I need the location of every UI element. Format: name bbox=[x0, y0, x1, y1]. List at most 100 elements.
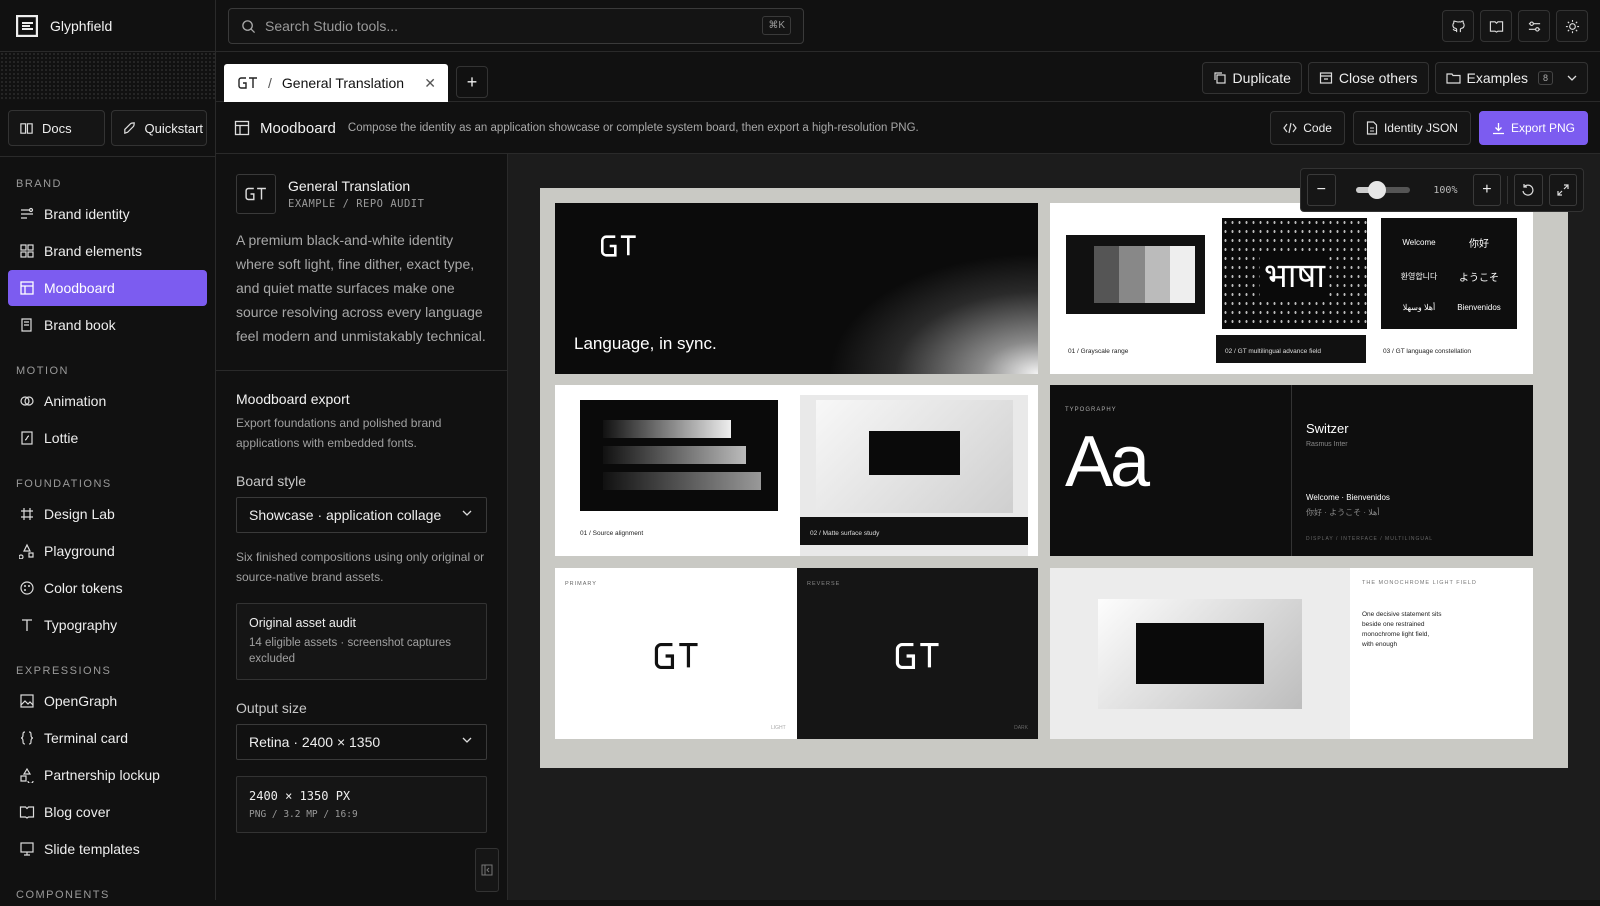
gt-logo-icon bbox=[238, 76, 258, 90]
typography-kicker: TYPOGRAPHY bbox=[1065, 407, 1117, 413]
sidebar-item-label: OpenGraph bbox=[44, 693, 118, 709]
board-style-select[interactable]: Showcase · application collage bbox=[236, 497, 487, 533]
reset-icon bbox=[1521, 183, 1535, 197]
tile-caption: 02 / GT multilingual advance field bbox=[1225, 348, 1321, 355]
search-input[interactable]: Search Studio tools... ⌘K bbox=[228, 8, 804, 44]
output-size-summary: 2400 × 1350 PX PNG / 3.2 MP / 16:9 bbox=[236, 776, 487, 833]
sample-line: Welcome · Bienvenidos bbox=[1306, 493, 1390, 502]
sidebar-item-partnership-lockup[interactable]: Partnership lockup bbox=[8, 757, 207, 793]
search-icon bbox=[241, 19, 256, 34]
file-icon bbox=[1366, 121, 1378, 135]
quickstart-button[interactable]: Quickstart bbox=[110, 110, 207, 146]
window-icon bbox=[1319, 71, 1333, 85]
layout-icon bbox=[234, 120, 250, 136]
color-tokens-icon bbox=[19, 580, 35, 596]
add-tab-button[interactable]: + bbox=[456, 66, 488, 98]
github-icon[interactable] bbox=[1442, 10, 1474, 42]
sidebar-item-slide-templates[interactable]: Slide templates bbox=[8, 831, 207, 867]
search-shortcut: ⌘K bbox=[762, 16, 791, 35]
code-label: Code bbox=[1303, 121, 1332, 135]
sidebar-item-brand-book[interactable]: Brand book bbox=[8, 307, 207, 343]
output-size-select[interactable]: Retina · 2400 × 1350 bbox=[236, 724, 487, 760]
decorative-dither bbox=[0, 52, 215, 100]
sidebar-item-moodboard[interactable]: Moodboard bbox=[8, 270, 207, 306]
chevron-down-icon bbox=[462, 737, 472, 743]
moodboard-icon bbox=[19, 280, 35, 296]
sidebar-item-terminal-card[interactable]: Terminal card bbox=[8, 720, 207, 756]
greeting: Bienvenidos bbox=[1457, 302, 1501, 312]
grayscale-swatch bbox=[1066, 235, 1205, 314]
app-brand[interactable]: Glyphfield bbox=[0, 0, 215, 52]
light-field-tile: THE MONOCHROME LIGHT FIELD One decisive … bbox=[1050, 568, 1533, 739]
sidebar-item-label: Partnership lockup bbox=[44, 767, 160, 783]
light-field-art bbox=[1050, 568, 1350, 739]
chevron-down-icon bbox=[462, 510, 472, 516]
asset-audit-card: Original asset audit 14 eligible assets … bbox=[236, 603, 487, 680]
hero-tile: Language, in sync. bbox=[555, 203, 1038, 374]
light-field-kicker: THE MONOCHROME LIGHT FIELD bbox=[1362, 580, 1477, 586]
sidebar-section-components: COMPONENTS bbox=[16, 889, 110, 901]
alignment-tile: 01 / Source alignment 02 / Matte surface… bbox=[555, 385, 1038, 556]
sidebar-item-label: Brand elements bbox=[44, 243, 143, 259]
zoom-out-button[interactable]: − bbox=[1307, 174, 1336, 206]
export-png-button[interactable]: Export PNG bbox=[1478, 111, 1588, 145]
collapse-panel-button[interactable] bbox=[475, 848, 499, 892]
sidebar-item-playground[interactable]: Playground bbox=[8, 533, 207, 569]
expand-icon bbox=[1556, 183, 1570, 197]
asset-strip-tile: 01 / Grayscale range भाषा 02 / GT multil… bbox=[1050, 203, 1533, 374]
sidebar-item-animation[interactable]: Animation bbox=[8, 383, 207, 419]
moodboard-preview: Language, in sync. 01 / Grayscale range … bbox=[540, 188, 1568, 768]
sidebar-item-label: Blog cover bbox=[44, 804, 111, 820]
sidebar-item-blog-cover[interactable]: Blog cover bbox=[8, 794, 207, 830]
sidebar-item-typography[interactable]: Typography bbox=[8, 607, 207, 643]
tile-caption: 01 / Source alignment bbox=[580, 530, 644, 537]
board-style-note: Six finished compositions using only ori… bbox=[236, 550, 485, 584]
zoom-slider[interactable] bbox=[1355, 181, 1411, 199]
rocket-icon bbox=[122, 121, 137, 136]
sidebar-item-label: Design Lab bbox=[44, 506, 115, 522]
greeting: أهلا وسهلا bbox=[1402, 302, 1436, 312]
export-section-title: Moodboard export bbox=[236, 391, 350, 407]
greeting: Welcome bbox=[1402, 238, 1436, 248]
sun-icon[interactable] bbox=[1556, 10, 1588, 42]
tile-caption: 03 / GT language constellation bbox=[1383, 348, 1472, 355]
board-style-label: Board style bbox=[236, 473, 307, 489]
tab-general-translation[interactable]: / General Translation ✕ bbox=[224, 64, 448, 102]
export-section-desc: Export foundations and polished brand ap… bbox=[236, 416, 442, 450]
font-name: Switzer bbox=[1306, 421, 1349, 436]
sidebar-nav: BRAND Brand identity Brand elements Moodboa… bbox=[0, 157, 215, 906]
close-tab-icon[interactable]: ✕ bbox=[424, 75, 436, 92]
reset-zoom-button[interactable] bbox=[1514, 174, 1543, 206]
preview-canvas[interactable]: Language, in sync. 01 / Grayscale range … bbox=[508, 154, 1600, 900]
fullscreen-button[interactable] bbox=[1548, 174, 1578, 206]
sidebar-item-lottie[interactable]: Lottie bbox=[8, 420, 207, 456]
board-style-value: Showcase · application collage bbox=[249, 507, 442, 523]
duplicate-button[interactable]: Duplicate bbox=[1201, 62, 1302, 94]
zoom-slider-handle[interactable] bbox=[1368, 181, 1387, 199]
identity-json-label: Identity JSON bbox=[1383, 121, 1458, 135]
close-others-button[interactable]: Close others bbox=[1307, 62, 1429, 94]
sidebar-item-color-tokens[interactable]: Color tokens bbox=[8, 570, 207, 606]
sidebar-section-expressions: EXPRESSIONS bbox=[16, 665, 112, 677]
sliders-icon[interactable] bbox=[1518, 10, 1550, 42]
duplicate-label: Duplicate bbox=[1232, 70, 1291, 86]
sidebar-item-opengraph[interactable]: OpenGraph bbox=[8, 683, 207, 719]
book-open-icon[interactable] bbox=[1480, 10, 1512, 42]
identity-json-button[interactable]: Identity JSON bbox=[1352, 111, 1471, 145]
language-constellation: Welcome 你好 환영합니다 ようこそ أهلا وسهلا Bienvenido… bbox=[1381, 218, 1517, 329]
app-name: Glyphfield bbox=[50, 17, 113, 34]
sidebar-item-brand-elements[interactable]: Brand elements bbox=[8, 233, 207, 269]
sample-line: 你好 · ようこそ · أهلا bbox=[1306, 508, 1380, 517]
tab-row: / General Translation ✕ + Duplicate Clos… bbox=[216, 52, 1600, 102]
sidebar-item-design-lab[interactable]: Design Lab bbox=[8, 496, 207, 532]
docs-button[interactable]: Docs bbox=[8, 110, 105, 146]
sidebar-item-label: Brand identity bbox=[44, 206, 130, 222]
examples-dropdown[interactable]: Examples 8 bbox=[1434, 62, 1588, 94]
zoom-in-button[interactable]: + bbox=[1472, 174, 1502, 206]
code-button[interactable]: Code bbox=[1270, 111, 1345, 145]
sidebar-section-motion: MOTION bbox=[16, 365, 69, 377]
page-header: Moodboard Compose the identity as an app… bbox=[216, 102, 1600, 154]
tab-label: General Translation bbox=[281, 75, 405, 91]
sidebar-item-brand-identity[interactable]: Brand identity bbox=[8, 196, 207, 232]
sidebar-item-label: Terminal card bbox=[44, 730, 129, 746]
